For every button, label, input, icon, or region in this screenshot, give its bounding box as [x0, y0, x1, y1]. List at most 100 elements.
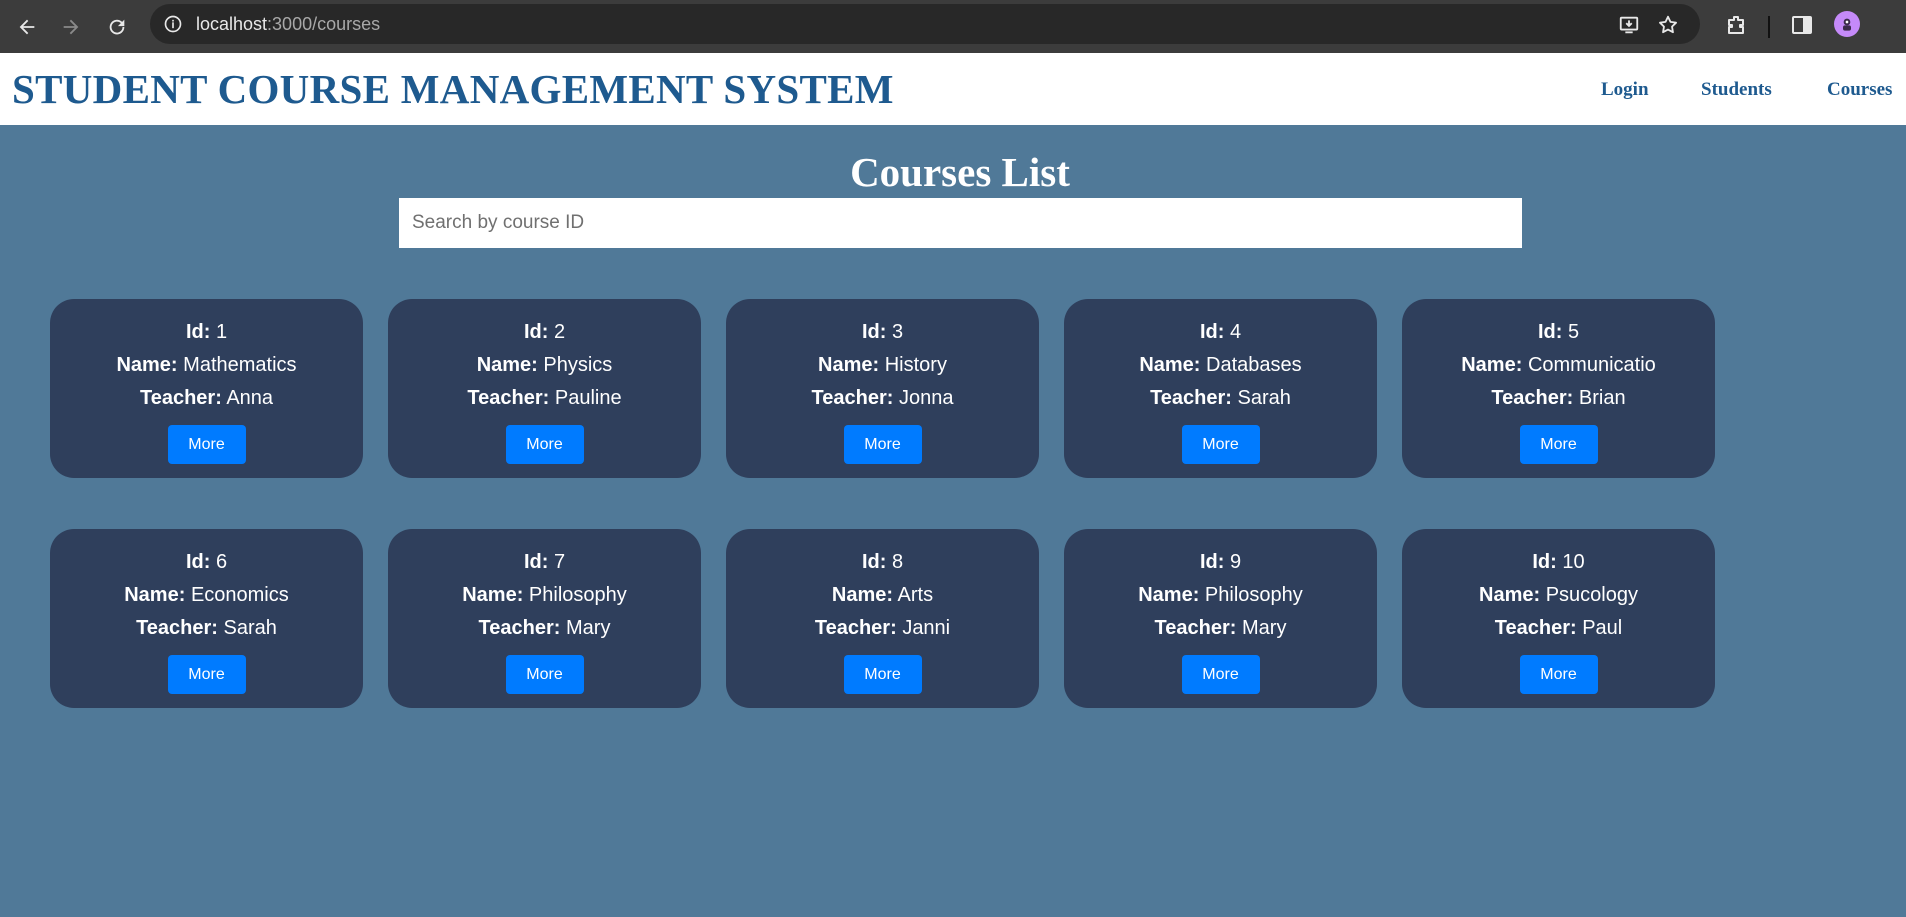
course-teacher-value: Sarah: [223, 617, 277, 639]
course-teacher: Teacher: Mary: [1064, 615, 1377, 648]
course-id-value: 2: [553, 321, 566, 343]
course-teacher-label: Teacher:: [1494, 617, 1577, 639]
course-id-label: Id:: [523, 321, 549, 343]
course-teacher: Teacher: Sarah: [50, 615, 363, 648]
course-name-value: History: [884, 354, 947, 376]
course-name: Name: Mathematics: [50, 352, 363, 385]
course-card: Id: 8 Name: Arts Teacher: Janni More: [726, 529, 1039, 708]
back-arrow-icon[interactable]: [8, 8, 46, 46]
course-id-label: Id:: [1199, 551, 1225, 573]
course-teacher: Teacher: Anna: [50, 385, 363, 418]
app-title: STUDENT COURSE MANAGEMENT SYSTEM: [12, 66, 894, 112]
course-teacher-label: Teacher:: [136, 617, 218, 639]
course-id-label: Id:: [861, 551, 887, 573]
course-id-value: 5: [1567, 321, 1580, 343]
course-id-label: Id:: [523, 551, 549, 573]
page-title: Courses List: [850, 149, 1070, 195]
extensions-icon[interactable]: [1724, 13, 1748, 37]
more-button[interactable]: More: [505, 655, 584, 694]
course-id: Id: 7: [388, 549, 701, 582]
more-button[interactable]: More: [1519, 425, 1598, 464]
nav-courses-link[interactable]: Courses: [1827, 79, 1892, 101]
url-path: :3000/courses: [267, 14, 381, 34]
course-name-label: Name:: [1479, 584, 1541, 606]
more-button[interactable]: More: [167, 425, 246, 464]
course-teacher: Teacher: Brian: [1402, 385, 1715, 418]
course-id-label: Id:: [1532, 551, 1557, 573]
address-bar[interactable]: localhost:3000/courses: [150, 4, 1700, 44]
toolbar-separator: [1768, 16, 1770, 38]
course-name: Name: Databases: [1064, 352, 1377, 385]
course-card: Id: 5 Name: Communicatio Teacher: Brian Mor…: [1402, 299, 1715, 478]
course-card: Id: 2 Name: Physics Teacher: Pauline More: [388, 299, 701, 478]
course-id-value: 7: [553, 551, 566, 573]
course-id-value: 6: [215, 551, 228, 573]
more-button[interactable]: More: [167, 655, 246, 694]
course-teacher-value: Brian: [1578, 387, 1626, 409]
install-app-icon[interactable]: [1618, 14, 1640, 36]
more-button[interactable]: More: [1181, 425, 1260, 464]
course-id-value: 3: [891, 321, 904, 343]
course-name-value: Arts: [897, 584, 934, 606]
course-name-value: Physics: [543, 354, 613, 376]
side-panel-icon[interactable]: [1790, 13, 1814, 37]
more-button[interactable]: More: [843, 425, 922, 464]
course-name: Name: Economics: [50, 582, 363, 615]
course-name-label: Name:: [1138, 584, 1200, 606]
course-name-label: Name:: [124, 584, 186, 606]
course-name: Name: Philosophy: [388, 582, 701, 615]
course-teacher-value: Mary: [1242, 617, 1287, 639]
course-teacher-label: Teacher:: [1154, 617, 1237, 639]
course-id: Id: 9: [1064, 549, 1377, 582]
url-host: localhost: [196, 14, 268, 34]
site-info-icon[interactable]: [163, 14, 183, 34]
nav-students-link[interactable]: Students: [1701, 79, 1772, 101]
course-teacher-label: Teacher:: [139, 387, 222, 409]
course-id: Id: 6: [50, 549, 363, 582]
course-name-value: Communicatio: [1527, 354, 1656, 376]
course-card: Id: 1 Name: Mathematics Teacher: Anna More: [50, 299, 363, 478]
course-card: Id: 10 Name: Psucology Teacher: Paul More: [1402, 529, 1715, 708]
star-icon[interactable]: [1657, 14, 1679, 36]
course-name-value: Economics: [190, 584, 289, 606]
course-teacher-value: Mary: [566, 617, 611, 639]
course-name-label: Name:: [476, 354, 538, 376]
course-id: Id: 5: [1402, 319, 1715, 352]
course-name-label: Name:: [831, 584, 894, 606]
reload-icon[interactable]: [98, 8, 136, 46]
course-name-value: Databases: [1206, 354, 1302, 376]
course-name: Name: Philosophy: [1064, 582, 1377, 615]
browser-toolbar: localhost:3000/courses: [0, 0, 1906, 53]
course-name-label: Name:: [462, 584, 524, 606]
course-id-value: 8: [891, 551, 904, 573]
more-button[interactable]: More: [1181, 655, 1260, 694]
more-button[interactable]: More: [505, 425, 584, 464]
course-id-value: 9: [1229, 551, 1242, 573]
course-teacher-label: Teacher:: [1150, 387, 1232, 409]
more-button[interactable]: More: [1519, 655, 1598, 694]
course-id-value: 10: [1562, 551, 1585, 573]
course-teacher: Teacher: Jonna: [726, 385, 1039, 418]
course-id: Id: 10: [1402, 549, 1715, 582]
profile-avatar-icon[interactable]: [1834, 11, 1860, 37]
course-teacher: Teacher: Mary: [388, 615, 701, 648]
course-card: Id: 6 Name: Economics Teacher: Sarah More: [50, 529, 363, 708]
more-button[interactable]: More: [843, 655, 922, 694]
course-teacher-value: Pauline: [554, 387, 622, 409]
course-name: Name: Communicatio: [1402, 352, 1715, 385]
app-header: STUDENT COURSE MANAGEMENT SYSTEM Login S…: [0, 53, 1906, 125]
course-name-label: Name:: [1139, 354, 1201, 376]
course-name-value: Philosophy: [528, 584, 627, 606]
search-input[interactable]: [399, 198, 1522, 248]
course-card: Id: 4 Name: Databases Teacher: Sarah More: [1064, 299, 1377, 478]
course-grid: Id: 1 Name: Mathematics Teacher: Anna More I…: [50, 299, 1715, 708]
course-card: Id: 9 Name: Philosophy Teacher: Mary More: [1064, 529, 1377, 708]
forward-arrow-icon[interactable]: [52, 8, 90, 46]
course-teacher-value: Anna: [226, 387, 274, 409]
course-id: Id: 8: [726, 549, 1039, 582]
course-name-label: Name:: [1461, 354, 1523, 376]
course-id: Id: 3: [726, 319, 1039, 352]
course-id-value: 4: [1229, 321, 1242, 343]
course-teacher: Teacher: Sarah: [1064, 385, 1377, 418]
nav-login-link[interactable]: Login: [1601, 79, 1649, 101]
